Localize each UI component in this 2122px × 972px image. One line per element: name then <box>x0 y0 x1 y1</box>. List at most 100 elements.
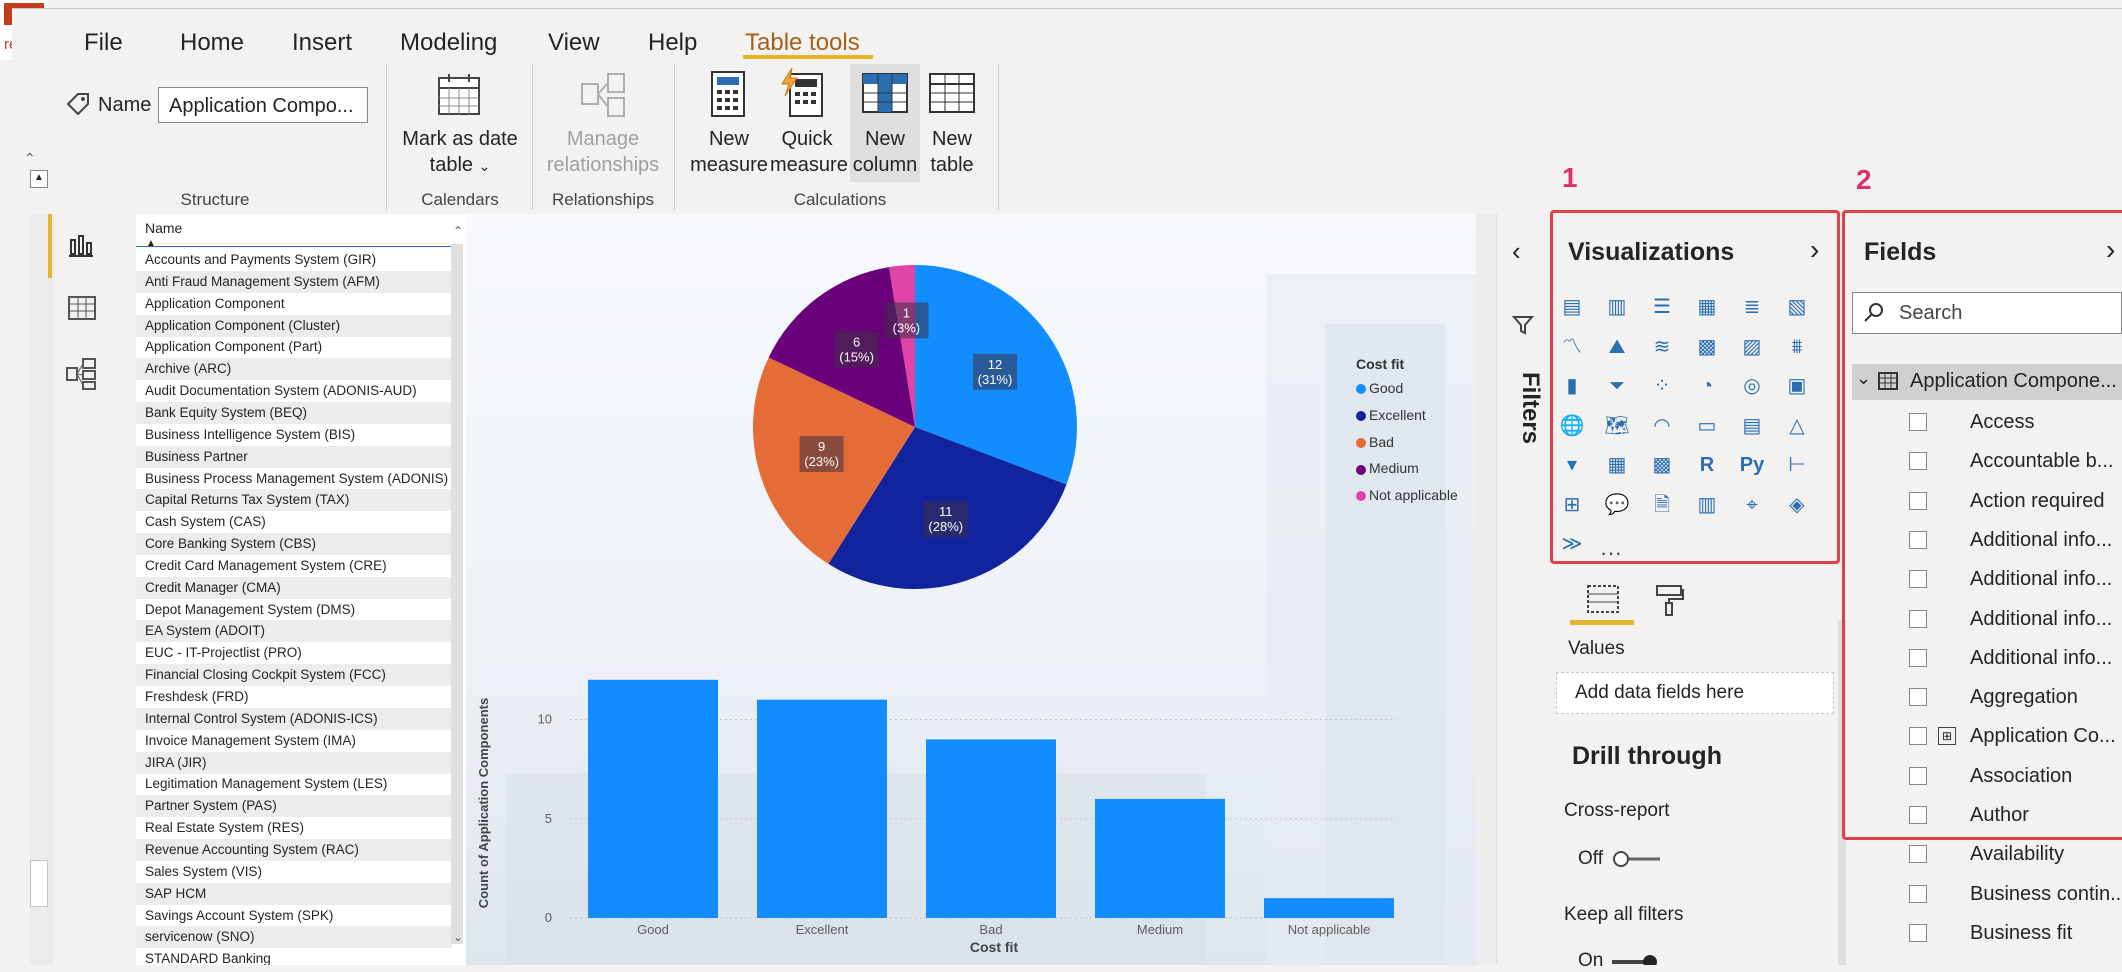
mark-as-date-table-button[interactable]: Mark as date table ⌄ <box>396 126 524 179</box>
bar[interactable] <box>588 679 718 918</box>
visual-type-icon[interactable]: ⌖ <box>1738 492 1766 518</box>
pie-chart[interactable]: 12(31%) 11(28%) 9(23%) 6(15%) 1(3%) <box>740 252 1090 602</box>
table-row[interactable]: Bank Equity System (BEQ) <box>136 401 452 424</box>
table-row[interactable]: EUC - IT-Projectlist (PRO) <box>136 642 452 664</box>
table-row[interactable]: Revenue Accounting System (RAC) <box>136 838 452 861</box>
field-item[interactable]: Additional info... <box>1860 640 2122 676</box>
table-row[interactable]: Savings Account System (SPK) <box>136 905 452 927</box>
table-row[interactable]: Anti Fraud Management System (AFM) <box>136 270 452 293</box>
keep-filters-toggle[interactable] <box>1610 953 1660 965</box>
table-row[interactable]: Credit Card Management System (CRE) <box>136 555 452 577</box>
manage-relationships-button[interactable]: Manage relationships <box>540 126 666 178</box>
table-row[interactable]: Capital Returns Tax System (TAX) <box>136 489 452 512</box>
visual-type-icon[interactable]: 🌐 <box>1558 413 1586 439</box>
table-row[interactable]: Credit Manager (CMA) <box>136 576 452 599</box>
table-row[interactable]: Cash System (CAS) <box>136 511 452 533</box>
table-row[interactable]: Application Component <box>136 293 452 315</box>
visual-type-icon[interactable]: ▤ <box>1738 413 1766 439</box>
field-checkbox[interactable] <box>1909 648 1927 667</box>
field-checkbox[interactable] <box>1909 491 1927 510</box>
table-row[interactable]: Sales System (VIS) <box>136 861 452 883</box>
bar[interactable] <box>757 699 887 918</box>
canvas-scrollbar[interactable] <box>1476 214 1496 965</box>
tab-help[interactable]: Help <box>648 29 697 57</box>
table-row[interactable]: Invoice Management System (IMA) <box>136 730 452 752</box>
field-item[interactable]: ⊞ Application Co... <box>1860 718 2122 754</box>
visual-type-icon[interactable]: ▮ <box>1558 373 1586 399</box>
visual-type-icon[interactable]: ⁘ <box>1648 373 1676 399</box>
visual-type-icon[interactable]: ⊞ <box>1558 492 1586 518</box>
model-view-icon[interactable] <box>66 358 96 395</box>
table-row[interactable]: SAP HCM <box>136 882 452 905</box>
field-checkbox[interactable] <box>1909 688 1927 707</box>
table-row[interactable]: Business Process Management System (ADON… <box>136 468 452 490</box>
left-scroll-thumb[interactable] <box>30 860 48 907</box>
table-row[interactable]: servicenow (SNO) <box>136 926 452 949</box>
table-row[interactable]: Application Component (Cluster) <box>136 314 452 337</box>
field-item[interactable]: Aggregation <box>1860 679 2122 715</box>
table-row[interactable]: JIRA (JIR) <box>136 751 452 774</box>
table-row[interactable]: Business Intelligence System (BIS) <box>136 424 452 446</box>
field-item[interactable]: Additional info... <box>1860 522 2122 558</box>
tab-insert[interactable]: Insert <box>292 29 352 57</box>
visual-type-icon[interactable]: ▭ <box>1693 413 1721 439</box>
visual-type-icon[interactable]: ⏷ <box>1603 373 1631 399</box>
table-row[interactable]: Audit Documentation System (ADONIS-AUD) <box>136 380 452 402</box>
field-item[interactable]: Availability <box>1860 836 2122 872</box>
visual-type-icon[interactable]: ⛰ <box>1603 334 1631 360</box>
field-checkbox[interactable] <box>1909 806 1927 824</box>
visual-type-icon[interactable]: ▦ <box>1693 294 1721 320</box>
visual-type-icon[interactable]: 💬 <box>1603 492 1631 518</box>
filters-label[interactable]: Filters <box>1504 372 1544 444</box>
legend-item[interactable]: Medium <box>1356 460 1419 476</box>
visual-type-icon[interactable]: ◠ <box>1648 413 1676 439</box>
table-row[interactable]: Core Banking System (CBS) <box>136 533 452 556</box>
visual-type-icon[interactable]: ◈ <box>1783 492 1811 518</box>
visual-type-icon[interactable]: 〽 <box>1558 334 1586 360</box>
visual-type-icon[interactable]: ▤ <box>1558 294 1586 320</box>
format-paintroller-icon[interactable] <box>1654 584 1684 621</box>
table-row[interactable]: Business Partner <box>136 445 452 468</box>
scroll-up-button[interactable]: ▲ <box>30 170 48 188</box>
table-row[interactable]: Application Component (Part) <box>136 336 452 358</box>
table-row[interactable]: EA System (ADOIT) <box>136 620 452 643</box>
table-row[interactable]: Legitimation Management System (LES) <box>136 773 452 795</box>
visual-type-icon[interactable]: ▨ <box>1738 334 1766 360</box>
table-row[interactable]: Partner System (PAS) <box>136 795 452 818</box>
visual-type-icon[interactable]: ▾ <box>1558 452 1586 478</box>
tab-home[interactable]: Home <box>180 29 244 57</box>
visual-type-icon[interactable]: ≫ <box>1558 531 1586 557</box>
table-row[interactable]: Real Estate System (RES) <box>136 817 452 839</box>
bar[interactable] <box>926 739 1056 918</box>
visual-type-icon[interactable]: △ <box>1783 413 1811 439</box>
new-table-button[interactable]: New table <box>916 126 988 178</box>
visual-type-icon[interactable]: ▩ <box>1693 334 1721 360</box>
table-row[interactable]: Accounts and Payments System (GIR) <box>136 249 452 271</box>
table-row[interactable]: Archive (ARC) <box>136 358 452 381</box>
bar[interactable] <box>1264 898 1394 918</box>
table-row[interactable]: Depot Management System (DMS) <box>136 599 452 621</box>
field-item[interactable]: Business contin... <box>1860 876 2122 912</box>
bar-chart[interactable]: 0 5 10 Good Excellent Bad Medium Not applicable… <box>466 640 1476 965</box>
name-input[interactable]: Application Compo... <box>158 87 368 123</box>
visual-type-icon[interactable]: ▦ <box>1603 452 1631 478</box>
field-checkbox[interactable] <box>1909 530 1927 549</box>
fields-search-input[interactable]: Search <box>1852 292 2122 334</box>
field-checkbox[interactable] <box>1909 884 1927 903</box>
legend-item[interactable]: Not applicable <box>1356 487 1458 503</box>
tab-modeling[interactable]: Modeling <box>400 29 497 57</box>
visual-type-icon[interactable]: ▧ <box>1783 294 1811 320</box>
field-item[interactable]: Access <box>1860 404 2122 440</box>
values-dropzone[interactable]: Add data fields here <box>1556 672 1834 714</box>
table-row[interactable]: STANDARD Banking <box>136 948 452 965</box>
field-item[interactable]: Accountable b... <box>1860 443 2122 479</box>
field-item[interactable]: Author <box>1860 797 2122 833</box>
bar[interactable] <box>1095 798 1225 918</box>
table-row[interactable]: Freshdesk (FRD) <box>136 686 452 708</box>
fields-tab-icon[interactable] <box>1586 584 1620 619</box>
visual-type-icon[interactable]: ≣ <box>1738 294 1766 320</box>
legend-item[interactable]: Excellent <box>1356 407 1426 423</box>
collapse-up-icon[interactable]: ⌃ <box>24 150 36 167</box>
fields-table-node[interactable]: ⌄ Application Compone... <box>1852 364 2122 400</box>
visual-type-icon[interactable]: ▥ <box>1603 294 1631 320</box>
